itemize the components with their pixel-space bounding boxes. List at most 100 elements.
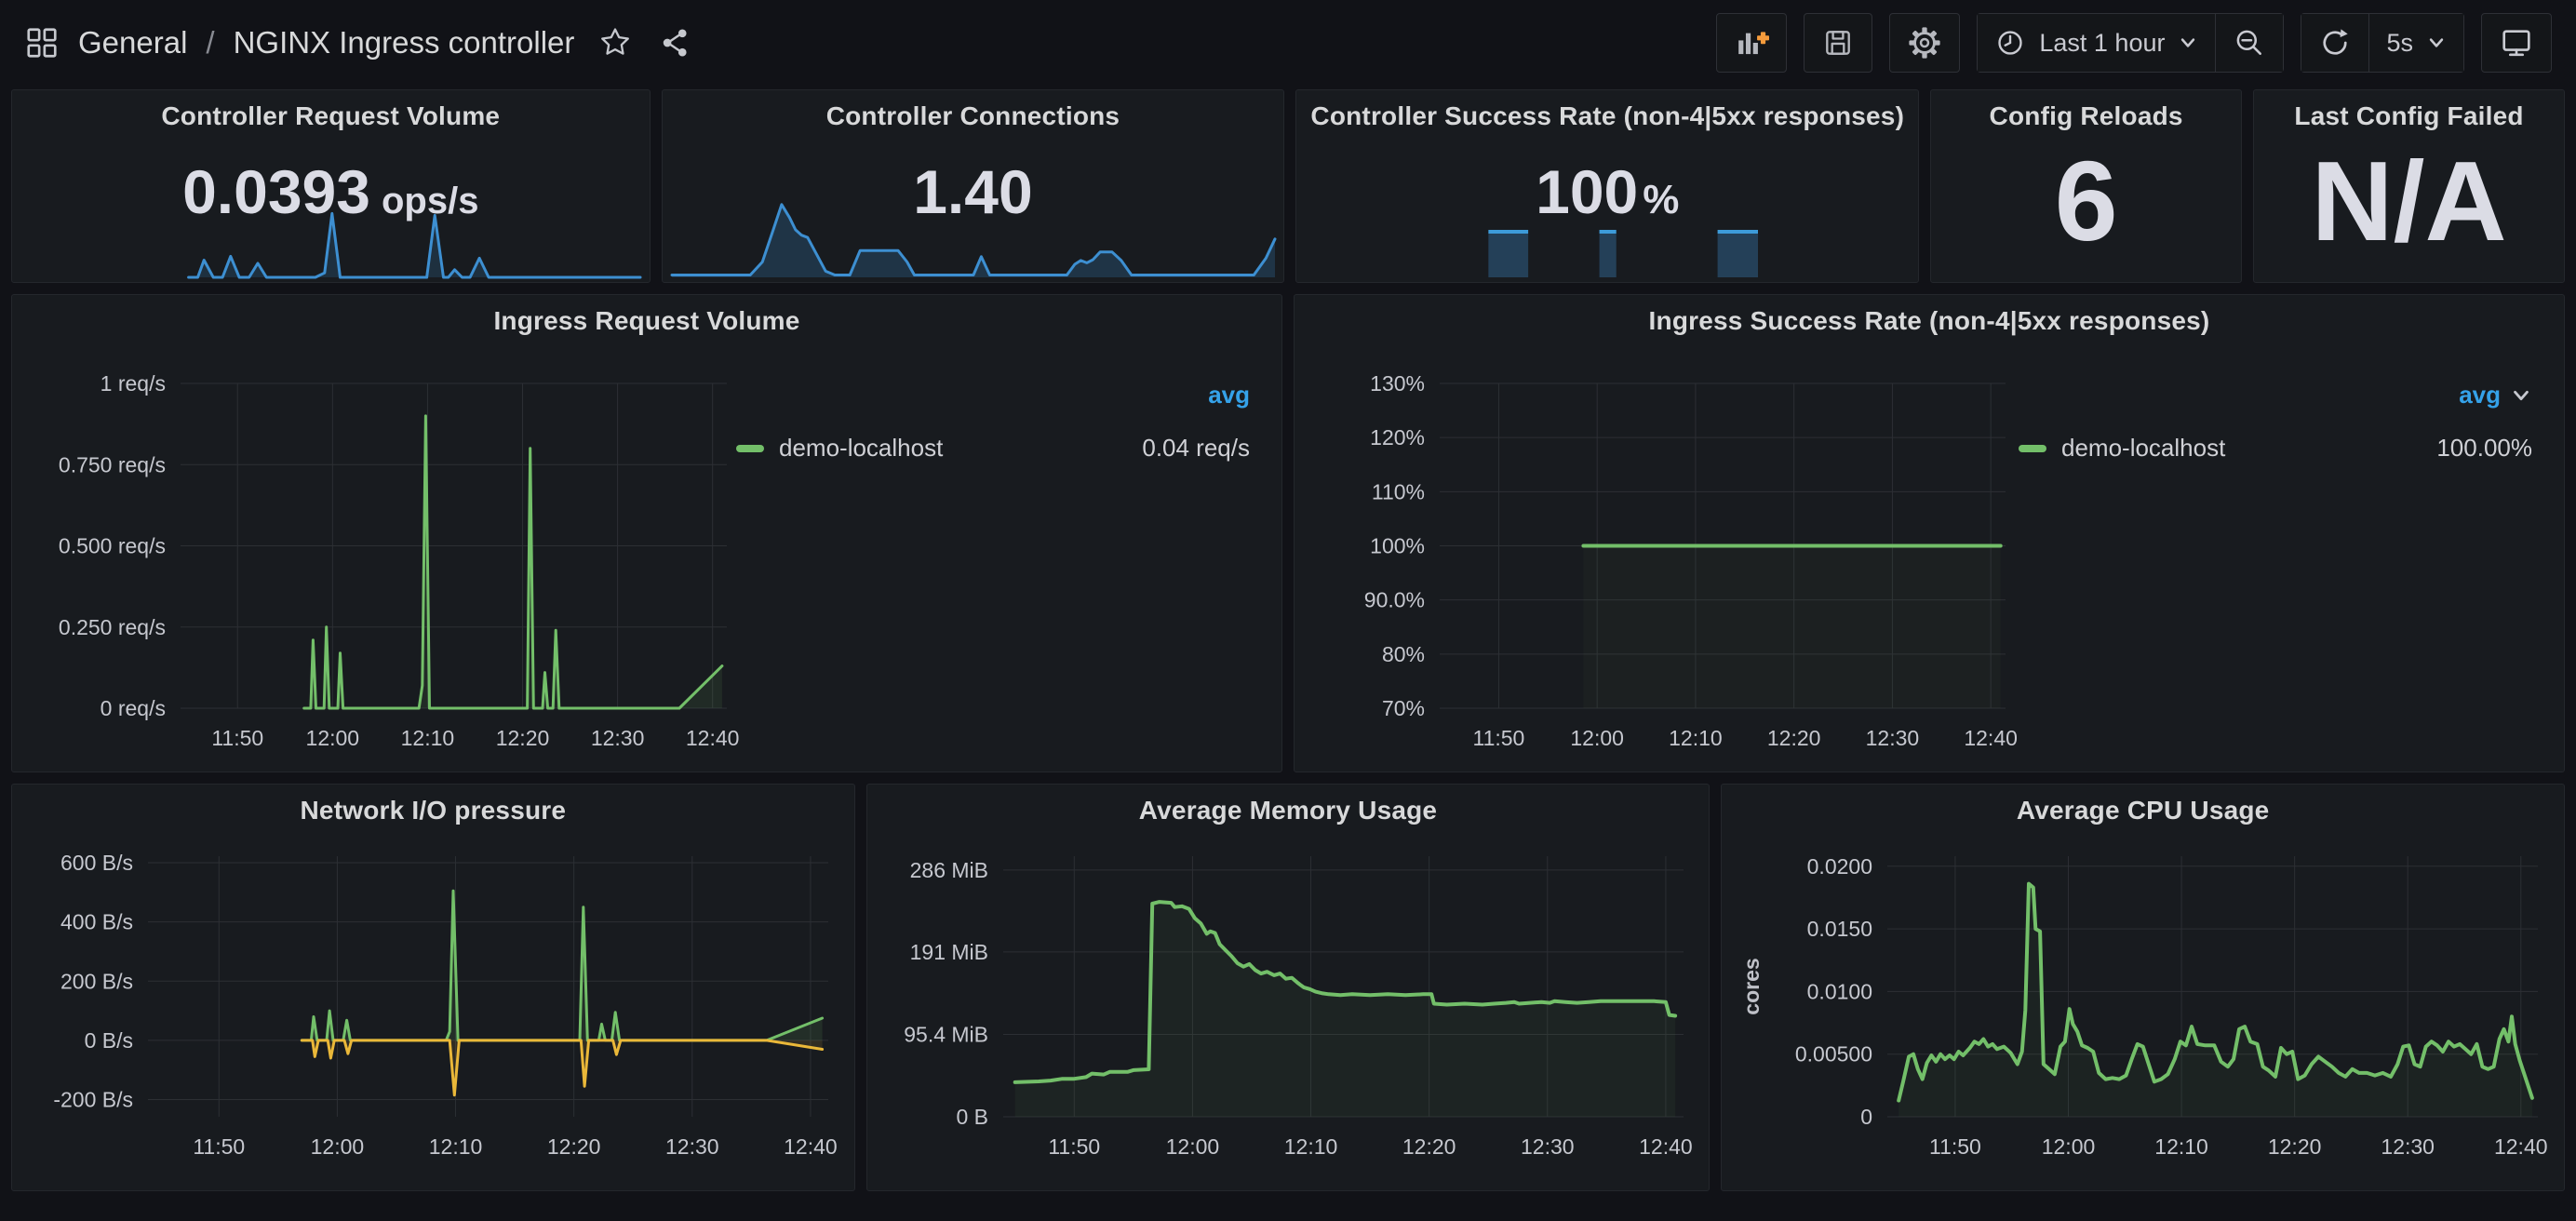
- svg-text:90.0%: 90.0%: [1364, 588, 1425, 612]
- panel-controller-success-rate: Controller Success Rate (non-4|5xx respo…: [1295, 89, 1919, 283]
- refresh-icon: [2318, 26, 2352, 60]
- legend-row: demo-localhost 100.00%: [2019, 434, 2532, 463]
- svg-text:12:30: 12:30: [591, 726, 645, 750]
- svg-text:11:50: 11:50: [1929, 1134, 1981, 1159]
- svg-text:0.0200: 0.0200: [1807, 854, 1872, 879]
- panel-last-config-failed: Last Config Failed N/A: [2253, 89, 2565, 283]
- svg-text:12:10: 12:10: [429, 1134, 483, 1159]
- panel-title[interactable]: Network I/O pressure: [12, 785, 854, 837]
- svg-text:-200 B/s: -200 B/s: [53, 1088, 133, 1112]
- avg-cpu-chart[interactable]: 11:5012:0012:1012:2012:3012:400.02000.01…: [1727, 837, 2558, 1185]
- svg-text:12:40: 12:40: [686, 726, 740, 750]
- series-name[interactable]: demo-localhost: [2061, 434, 2225, 463]
- legend-header: avg: [2019, 381, 2532, 409]
- panel-avg-cpu: Average CPU Usage 11:5012:0012:1012:2012…: [1721, 784, 2565, 1191]
- stat-number: 100: [1536, 156, 1638, 227]
- panel-controller-connections: Controller Connections 1.40: [662, 89, 1285, 283]
- svg-text:12:20: 12:20: [1402, 1134, 1456, 1159]
- svg-text:0.0100: 0.0100: [1807, 979, 1872, 1003]
- panel-title[interactable]: Ingress Success Rate (non-4|5xx response…: [1295, 295, 2564, 347]
- panel-title[interactable]: Config Reloads: [1931, 90, 2241, 142]
- ingress-request-volume-chart[interactable]: 11:5012:0012:1012:2012:3012:401 req/s0.7…: [18, 347, 736, 766]
- panel-title[interactable]: Ingress Request Volume: [12, 295, 1281, 347]
- legend-sort-avg[interactable]: avg: [1208, 381, 1250, 409]
- svg-text:12:20: 12:20: [2268, 1134, 2322, 1159]
- dashboards-grid-icon[interactable]: [24, 25, 60, 60]
- svg-text:11:50: 11:50: [211, 726, 263, 750]
- panel-title[interactable]: Last Config Failed: [2254, 90, 2564, 142]
- refresh-group: 5s: [2301, 13, 2464, 73]
- svg-text:12:00: 12:00: [2042, 1134, 2096, 1159]
- svg-text:12:10: 12:10: [1669, 726, 1723, 750]
- svg-text:400 B/s: 400 B/s: [60, 910, 133, 934]
- resource-row: Network I/O pressure 11:50 12:00 12:10 12:2…: [11, 784, 2565, 1191]
- svg-text:12:20: 12:20: [1767, 726, 1821, 750]
- stat-number: 6: [2055, 136, 2118, 266]
- svg-text:0.0150: 0.0150: [1807, 917, 1872, 941]
- series-color-marker[interactable]: [736, 445, 764, 452]
- legend-header: avg: [736, 381, 1250, 409]
- svg-text:12:40: 12:40: [1639, 1134, 1693, 1159]
- monitor-icon: [2499, 25, 2534, 60]
- svg-text:0.500 req/s: 0.500 req/s: [59, 534, 166, 558]
- chevron-down-icon: [2426, 33, 2447, 53]
- graph-body: 11:5012:0012:1012:2012:3012:40286 MiB191…: [873, 837, 1704, 1185]
- svg-text:12:30: 12:30: [1521, 1134, 1575, 1159]
- add-panel-button[interactable]: [1716, 13, 1787, 73]
- svg-text:12:00: 12:00: [311, 1134, 365, 1159]
- ingress-success-rate-chart[interactable]: 11:5012:0012:1012:2012:3012:40130%120%11…: [1300, 347, 2019, 766]
- svg-text:80%: 80%: [1382, 642, 1425, 666]
- panel-title[interactable]: Average Memory Usage: [867, 785, 1710, 837]
- dashboard-settings-button[interactable]: [1889, 13, 1960, 73]
- stat-row: Controller Request Volume 0.0393 ops/s C…: [11, 89, 2565, 283]
- svg-text:11:50: 11:50: [1048, 1134, 1100, 1159]
- zoom-out-button[interactable]: [2215, 14, 2283, 72]
- panel-title[interactable]: Controller Request Volume: [12, 90, 650, 142]
- svg-text:0 B: 0 B: [956, 1105, 988, 1129]
- stat-value: N/A: [2254, 136, 2564, 266]
- save-dashboard-button[interactable]: [1804, 13, 1872, 73]
- svg-text:12:40: 12:40: [2494, 1134, 2548, 1159]
- refresh-interval-button[interactable]: 5s: [2368, 14, 2463, 72]
- panel-title[interactable]: Average CPU Usage: [1722, 785, 2564, 837]
- svg-text:0: 0: [1861, 1105, 1873, 1129]
- panel-title[interactable]: Controller Connections: [663, 90, 1284, 142]
- breadcrumb-dashboard-title[interactable]: NGINX Ingress controller: [234, 25, 575, 60]
- series-color-marker[interactable]: [2019, 445, 2046, 452]
- graph-body: 11:5012:0012:1012:2012:3012:40130%120%11…: [1300, 347, 2558, 766]
- svg-text:11:50: 11:50: [193, 1134, 245, 1159]
- legend: avg demo-localhost 0.04 req/s: [736, 347, 1276, 766]
- panel-title[interactable]: Controller Success Rate (non-4|5xx respo…: [1296, 90, 1918, 142]
- svg-text:1 req/s: 1 req/s: [101, 371, 166, 396]
- time-range-button[interactable]: Last 1 hour: [1978, 14, 2215, 72]
- svg-text:130%: 130%: [1370, 371, 1425, 396]
- legend-row: demo-localhost 0.04 req/s: [736, 434, 1250, 463]
- series-avg-value: 100.00%: [2436, 434, 2532, 463]
- add-panel-icon: [1734, 25, 1769, 60]
- chevron-down-icon: [2510, 384, 2532, 407]
- cycle-view-button[interactable]: [2481, 13, 2552, 73]
- svg-text:110%: 110%: [1372, 479, 1425, 503]
- star-icon[interactable]: [598, 26, 632, 60]
- svg-text:cores: cores: [1739, 958, 1764, 1014]
- legend-sort-avg[interactable]: avg: [2459, 381, 2501, 409]
- panel-avg-memory: Average Memory Usage 11:5012:0012:1012:2…: [866, 784, 1711, 1191]
- avg-memory-chart[interactable]: 11:5012:0012:1012:2012:3012:40286 MiB191…: [873, 837, 1704, 1185]
- breadcrumb-folder[interactable]: General: [78, 25, 187, 60]
- legend: avg demo-localhost 100.00%: [2019, 347, 2558, 766]
- network-io-chart[interactable]: 11:5012:0012:1012:2012:3012:40600 B/s400…: [18, 837, 849, 1185]
- series-name[interactable]: demo-localhost: [779, 434, 943, 463]
- svg-text:12:40: 12:40: [784, 1134, 838, 1159]
- svg-text:12:20: 12:20: [547, 1134, 601, 1159]
- request-volume-sparkline: [21, 212, 640, 277]
- breadcrumb: General / NGINX Ingress controller: [24, 25, 691, 60]
- svg-text:12:30: 12:30: [2381, 1134, 2435, 1159]
- success-rate-bars-sparkline: [1306, 229, 1909, 277]
- share-icon[interactable]: [660, 27, 691, 59]
- svg-text:0.250 req/s: 0.250 req/s: [59, 615, 166, 639]
- svg-text:191 MiB: 191 MiB: [909, 940, 987, 964]
- stat-value: 6: [1931, 136, 2241, 266]
- svg-text:0 req/s: 0 req/s: [101, 696, 166, 720]
- svg-text:12:40: 12:40: [1964, 726, 2018, 750]
- refresh-button[interactable]: [2301, 14, 2368, 72]
